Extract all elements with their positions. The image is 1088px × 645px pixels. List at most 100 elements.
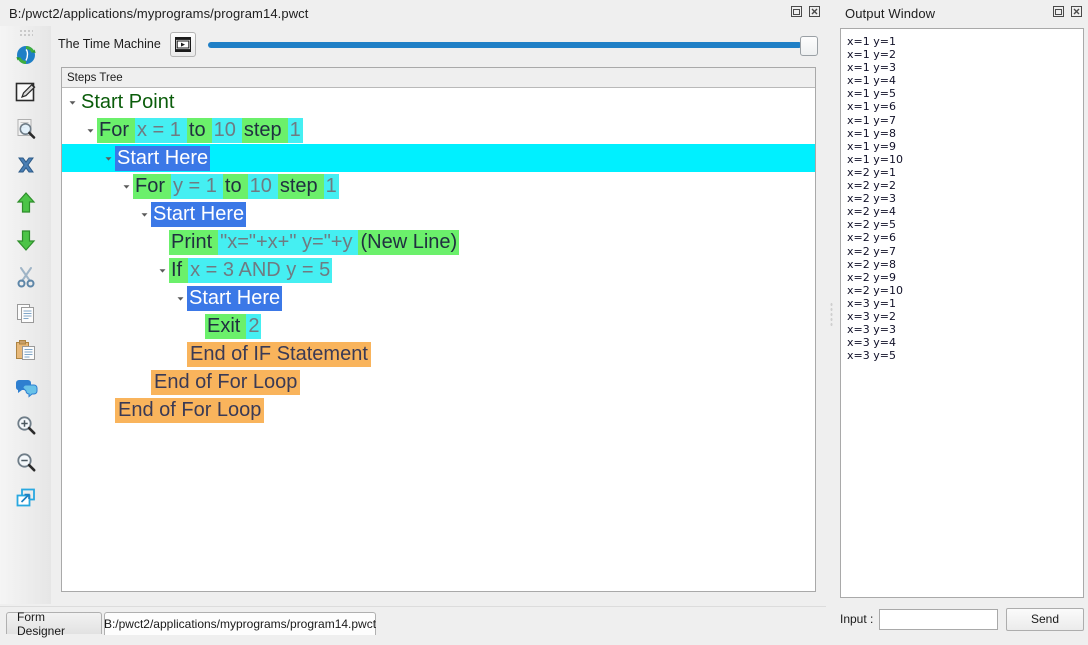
output-input-bar: Input : Send: [840, 604, 1084, 634]
chevron-down-icon[interactable]: [102, 144, 115, 172]
output-line: x=2 y=5: [847, 218, 1083, 231]
pwct-application-window: B:/pwct2/applications/myprograms/program…: [0, 0, 1088, 644]
tree-row-start-here-1[interactable]: Start Here: [62, 144, 815, 172]
tree-segment: x = 3 AND y = 5: [188, 258, 332, 283]
output-line: x=3 y=4: [847, 336, 1083, 349]
output-line: x=2 y=4: [847, 205, 1083, 218]
tree-row-if-statement[interactable]: If x = 3 AND y = 5: [62, 256, 815, 284]
tree-row-exit-statement[interactable]: Exit 2: [62, 312, 815, 340]
chevron-down-icon[interactable]: [84, 116, 97, 144]
tree-segment: Start Here: [151, 202, 246, 227]
tree-row-for-loop-y[interactable]: For y = 1 to 10 step 1: [62, 172, 815, 200]
output-panel: x=1 y=1x=1 y=2x=1 y=3x=1 y=4x=1 y=5x=1 y…: [836, 26, 1088, 644]
program-window-titlebar: B:/pwct2/applications/myprograms/program…: [0, 0, 826, 26]
steps-tree-body[interactable]: Start PointFor x = 1 to 10 step 1Start H…: [62, 88, 815, 591]
chevron-down-icon[interactable]: [156, 256, 169, 284]
output-line: x=2 y=9: [847, 271, 1083, 284]
output-window-title: Output Window: [836, 6, 935, 21]
tab-program-file[interactable]: B:/pwct2/applications/myprograms/program…: [104, 612, 376, 635]
tree-row-for-loop-x[interactable]: For x = 1 to 10 step 1: [62, 116, 815, 144]
output-line: x=1 y=5: [847, 87, 1083, 100]
editor-area: The Time Machine Steps Tree: [51, 26, 826, 604]
play-film-icon[interactable]: [170, 32, 196, 57]
output-line: x=1 y=1: [847, 35, 1083, 48]
chevron-down-icon[interactable]: [120, 172, 133, 200]
tree-row-print-statement[interactable]: Print "x="+x+" y="+y (New Line): [62, 228, 815, 256]
output-line: x=2 y=3: [847, 192, 1083, 205]
tree-segment: to: [187, 118, 208, 143]
tree-row-start-here-2[interactable]: Start Here: [62, 200, 815, 228]
bottom-tabbar: Form Designer B:/pwct2/applications/mypr…: [0, 606, 826, 645]
tree-segment: 10: [212, 118, 238, 143]
output-line: x=1 y=10: [847, 153, 1083, 166]
search-document-icon[interactable]: [5, 111, 47, 147]
output-line: x=2 y=1: [847, 166, 1083, 179]
time-machine-slider[interactable]: [208, 32, 818, 57]
chevron-down-icon[interactable]: [174, 284, 187, 312]
tree-segment: End of For Loop: [151, 370, 300, 395]
close-icon[interactable]: [1069, 4, 1084, 19]
tree-segment: For: [133, 174, 167, 199]
output-line: x=1 y=4: [847, 74, 1083, 87]
tree-segment: x = 1: [135, 118, 183, 143]
toolbar-grip[interactable]: [19, 29, 33, 36]
tree-segment: 10: [248, 174, 274, 199]
slider-thumb[interactable]: [800, 36, 818, 56]
steps-tree-header: Steps Tree: [62, 68, 815, 88]
tree-row-end-of-for-outer[interactable]: End of For Loop: [62, 396, 815, 424]
close-icon[interactable]: [807, 4, 822, 19]
tree-segment: y = 1: [171, 174, 219, 199]
tab-form-designer[interactable]: Form Designer: [6, 612, 102, 634]
tree-row-content: Exit 2: [192, 312, 261, 340]
tree-segment: Print: [169, 230, 214, 255]
tree-segment: to: [223, 174, 244, 199]
tree-row-content: Start Point: [66, 88, 176, 116]
output-line: x=1 y=6: [847, 100, 1083, 113]
send-button[interactable]: Send: [1006, 608, 1084, 631]
delete-x-icon[interactable]: [5, 148, 47, 184]
tree-segment: Start Here: [115, 146, 210, 171]
tree-segment: For: [97, 118, 131, 143]
tree-row-content: For x = 1 to 10 step 1: [84, 116, 303, 144]
scissors-icon[interactable]: [5, 259, 47, 295]
arrow-up-icon[interactable]: [5, 185, 47, 221]
output-line: x=3 y=3: [847, 323, 1083, 336]
panel-splitter[interactable]: [826, 26, 836, 604]
tree-row-content: End of For Loop: [138, 368, 300, 396]
output-line: x=2 y=7: [847, 245, 1083, 258]
comment-icon[interactable]: [5, 370, 47, 406]
zoom-in-icon[interactable]: [5, 407, 47, 443]
output-line: x=3 y=2: [847, 310, 1083, 323]
output-line: x=2 y=8: [847, 258, 1083, 271]
refresh-globe-icon[interactable]: [5, 37, 47, 73]
input-field[interactable]: [879, 609, 998, 630]
edit-pencil-icon[interactable]: [5, 74, 47, 110]
chevron-down-icon[interactable]: [138, 200, 151, 228]
output-text-area[interactable]: x=1 y=1x=1 y=2x=1 y=3x=1 y=4x=1 y=5x=1 y…: [840, 28, 1084, 598]
chevron-down-icon[interactable]: [66, 88, 79, 116]
zoom-out-icon[interactable]: [5, 444, 47, 480]
paste-icon[interactable]: [5, 333, 47, 369]
copy-icon[interactable]: [5, 296, 47, 332]
tree-row-end-of-for-inner[interactable]: End of For Loop: [62, 368, 815, 396]
arrow-down-icon[interactable]: [5, 222, 47, 258]
tree-row-end-of-if[interactable]: End of IF Statement: [62, 340, 815, 368]
output-line: x=3 y=1: [847, 297, 1083, 310]
tree-segment: End of IF Statement: [187, 342, 371, 367]
restore-icon[interactable]: [1051, 4, 1066, 19]
tree-segment: "x="+x+" y="+y: [218, 230, 354, 255]
tree-row-content: End of IF Statement: [174, 340, 371, 368]
expand-window-icon[interactable]: [5, 481, 47, 517]
tree-row-content: If x = 3 AND y = 5: [156, 256, 332, 284]
time-machine-label: The Time Machine: [58, 37, 161, 51]
program-window-buttons: [789, 4, 822, 19]
tree-row-start-point[interactable]: Start Point: [62, 88, 815, 116]
input-label: Input :: [840, 612, 873, 626]
tree-row-start-here-3[interactable]: Start Here: [62, 284, 815, 312]
output-line: x=1 y=8: [847, 127, 1083, 140]
tree-segment: step: [242, 118, 284, 143]
restore-icon[interactable]: [789, 4, 804, 19]
tree-row-content: Start Here: [138, 200, 246, 228]
tree-row-content: Print "x="+x+" y="+y (New Line): [156, 228, 459, 256]
tree-segment: Exit: [205, 314, 242, 339]
